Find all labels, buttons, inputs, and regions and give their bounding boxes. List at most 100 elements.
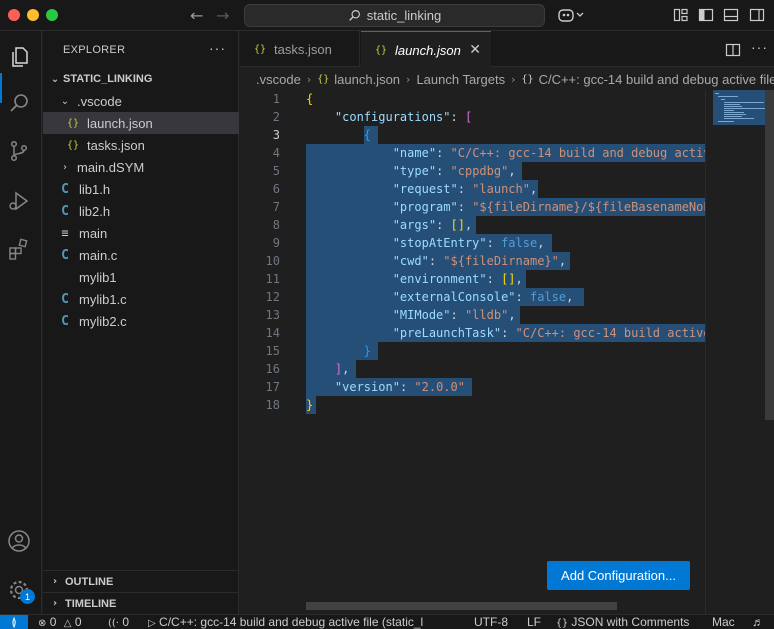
breadcrumb: .vscode › {} launch.json › Launch Target… <box>240 68 774 90</box>
line-number: 14 <box>265 326 280 340</box>
tab-label: launch.json <box>395 42 461 58</box>
activity-bar: 1 <box>0 31 42 614</box>
breadcrumb-item[interactable]: .vscode <box>256 72 301 87</box>
layout-customize-icon[interactable] <box>673 7 689 23</box>
source-control-icon[interactable] <box>7 139 31 163</box>
chevron-right-icon: › <box>52 598 58 609</box>
tree-item-lib1-h[interactable]: C lib1.h <box>43 178 239 200</box>
c-file-icon: C <box>61 247 69 263</box>
tree-item-main-dsym-folder[interactable]: › main.dSYM <box>43 156 239 178</box>
code-line: "configurations": [ <box>334 110 473 124</box>
code-line: "request": "launch", <box>392 182 538 196</box>
tree-item-main[interactable]: ≡ main <box>43 222 239 244</box>
timeline-section[interactable]: › TIMELINE <box>43 592 239 614</box>
vertical-scrollbar[interactable] <box>765 90 774 420</box>
explorer-icon[interactable] <box>7 45 31 69</box>
line-number: 6 <box>272 182 280 196</box>
minimap[interactable] <box>705 90 774 614</box>
tree-item-lib2-h[interactable]: C lib2.h <box>43 200 239 222</box>
code-line: ], <box>334 362 350 376</box>
search-icon <box>348 10 360 21</box>
tree-item-label: .vscode <box>77 93 122 109</box>
line-number: 13 <box>265 308 280 322</box>
toggle-secondary-sidebar-icon[interactable] <box>749 7 765 23</box>
add-configuration-button[interactable]: Add Configuration... <box>547 561 690 590</box>
account-icon[interactable] <box>7 529 31 553</box>
braces-icon: {} <box>556 618 569 629</box>
copilot-icon[interactable] <box>558 7 586 23</box>
minimap-line <box>724 108 770 109</box>
chevron-right-icon: › <box>306 72 312 86</box>
tree-item-mylib2-c[interactable]: C mylib2.c <box>43 310 239 332</box>
tree-item-label: tasks.json <box>87 137 145 153</box>
minimap-line <box>718 96 738 97</box>
close-icon[interactable]: ✕ <box>469 42 481 58</box>
chevron-right-icon: › <box>511 72 516 86</box>
code-line: "stopAtEntry": false, <box>392 236 545 250</box>
code-line: "environment": [], <box>392 272 523 286</box>
breadcrumb-item[interactable]: Launch Targets <box>416 72 505 87</box>
line-number: 2 <box>272 110 280 124</box>
encoding-item[interactable]: UTF-8 <box>474 615 508 629</box>
split-editor-icon[interactable] <box>725 42 741 58</box>
root-folder-label: STATIC_LINKING <box>63 73 153 85</box>
more-actions-icon[interactable]: ··· <box>751 39 768 55</box>
line-number: 17 <box>265 380 280 394</box>
outline-section[interactable]: › OUTLINE <box>43 570 239 592</box>
breadcrumb-item[interactable]: launch.json <box>334 72 400 87</box>
tree-item-mylib1-c[interactable]: C mylib1.c <box>43 288 239 310</box>
tree-item-label: main.dSYM <box>77 159 145 175</box>
line-number: 10 <box>265 254 280 268</box>
bell-icon[interactable]: ♬ <box>752 615 764 629</box>
tree-item-vscode-folder[interactable]: ⌄ .vscode <box>43 90 239 112</box>
horizontal-scrollbar[interactable] <box>306 602 617 610</box>
json-file-icon: {} <box>254 43 267 55</box>
code-line: { <box>306 92 314 106</box>
run-debug-icon[interactable] <box>7 189 31 213</box>
extensions-icon[interactable] <box>7 237 31 261</box>
line-number: 5 <box>272 164 280 178</box>
root-folder[interactable]: ⌄ STATIC_LINKING <box>43 68 239 90</box>
eol-item[interactable]: LF <box>527 615 541 629</box>
tab-launch-json[interactable]: {} launch.json ✕ <box>361 31 491 68</box>
minimize-window-button[interactable] <box>27 9 39 21</box>
toggle-sidebar-icon[interactable] <box>698 7 714 23</box>
search-icon[interactable] <box>7 91 31 115</box>
command-center-search[interactable]: static_linking <box>244 4 545 27</box>
minimap-line <box>724 116 742 117</box>
line-number: 9 <box>272 236 280 250</box>
antenna-icon: ((· <box>108 618 119 629</box>
toggle-panel-icon[interactable] <box>723 7 739 23</box>
outline-label: OUTLINE <box>65 575 114 588</box>
timeline-label: TIMELINE <box>65 597 117 610</box>
maximize-window-button[interactable] <box>46 9 58 21</box>
remote-icon[interactable]: ≬ <box>0 615 28 629</box>
code-line: } <box>306 398 314 412</box>
language-mode-item[interactable]: {} JSON with Comments <box>556 615 689 629</box>
minimap-line <box>724 110 734 111</box>
tree-item-label: mylib1.c <box>79 291 127 307</box>
code-line: "version": "2.0.0" <box>334 380 465 394</box>
tree-item-launch-json[interactable]: {} launch.json <box>43 112 239 134</box>
json-file-icon: {} <box>375 44 388 56</box>
minimap-line <box>724 104 740 105</box>
breadcrumb-item[interactable]: C/C++: gcc-14 build and debug active fil… <box>539 72 774 87</box>
tree-item-main-c[interactable]: C main.c <box>43 244 239 266</box>
ports-indicator[interactable]: ((· 0 <box>108 615 129 629</box>
launch-target-item[interactable]: ▷ C/C++: gcc-14 build and debug active f… <box>148 615 452 629</box>
tab-label: tasks.json <box>274 41 332 57</box>
code-line: "args": [], <box>392 218 473 232</box>
arrow-right-icon[interactable]: → <box>216 6 229 25</box>
code-editor[interactable]: 1 2 3 4 5 6 7 8 9 10 11 12 13 14 15 16 1… <box>240 90 705 614</box>
tab-tasks-json[interactable]: {} tasks.json <box>240 31 360 67</box>
chevron-right-icon: › <box>406 72 411 86</box>
tree-item-tasks-json[interactable]: {} tasks.json <box>43 134 239 156</box>
more-actions-icon[interactable]: ··· <box>209 40 226 56</box>
problems-indicator[interactable]: ⊗ 0 △ 0 <box>38 615 82 629</box>
arrow-left-icon[interactable]: ← <box>190 6 203 25</box>
close-window-button[interactable] <box>8 9 20 21</box>
code-line: "MIMode": "lldb", <box>392 308 516 322</box>
tree-item-mylib1[interactable]: mylib1 <box>43 266 239 288</box>
c-file-icon: C <box>61 313 69 329</box>
platform-item[interactable]: Mac <box>712 615 735 629</box>
